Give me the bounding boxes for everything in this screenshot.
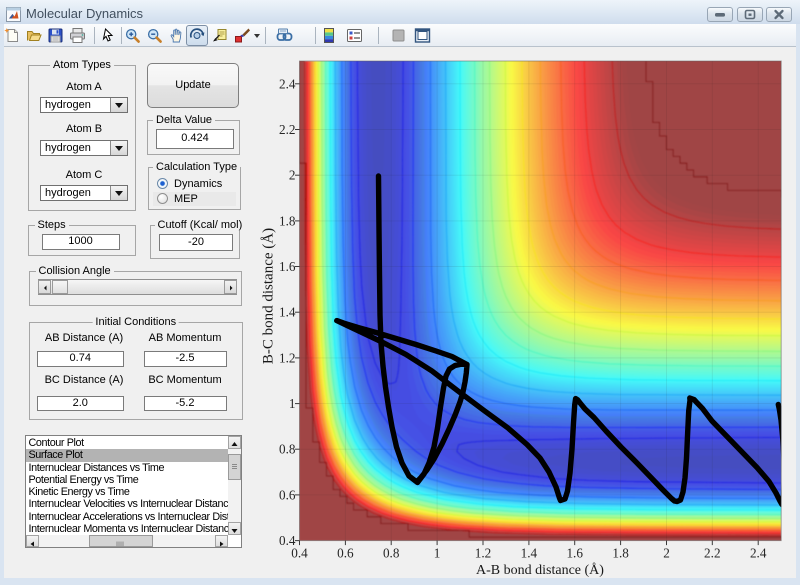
svg-text:B-C bond distance (Å): B-C bond distance (Å) — [261, 228, 277, 364]
svg-text:2.2: 2.2 — [279, 122, 295, 137]
svg-text:1.4: 1.4 — [521, 546, 538, 561]
svg-text:1.6: 1.6 — [566, 546, 583, 561]
svg-text:1.4: 1.4 — [279, 305, 296, 320]
svg-text:2: 2 — [663, 546, 670, 561]
svg-text:0.6: 0.6 — [337, 546, 354, 561]
svg-text:2: 2 — [289, 168, 296, 183]
svg-text:1: 1 — [289, 396, 296, 411]
svg-text:0.8: 0.8 — [383, 546, 400, 561]
svg-text:2.2: 2.2 — [704, 546, 720, 561]
svg-text:1: 1 — [434, 546, 441, 561]
svg-text:1.2: 1.2 — [475, 546, 491, 561]
svg-text:A-B bond distance (Å): A-B bond distance (Å) — [476, 562, 604, 578]
svg-text:0.4: 0.4 — [279, 533, 296, 548]
svg-text:1.2: 1.2 — [279, 350, 295, 365]
svg-text:1.6: 1.6 — [279, 259, 296, 274]
svg-text:2.4: 2.4 — [750, 546, 767, 561]
svg-text:2.4: 2.4 — [279, 76, 296, 91]
svg-text:1.8: 1.8 — [612, 546, 629, 561]
svg-text:0.8: 0.8 — [279, 442, 296, 457]
svg-text:1.8: 1.8 — [279, 213, 296, 228]
svg-text:0.6: 0.6 — [279, 487, 296, 502]
